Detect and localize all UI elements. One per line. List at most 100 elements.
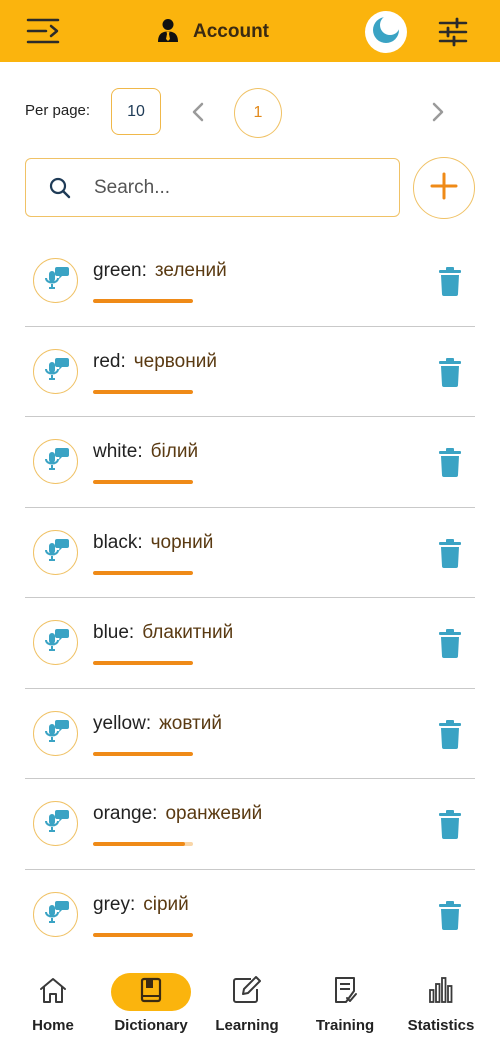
theme-toggle-button[interactable] bbox=[365, 11, 407, 53]
word-row: red: червоний bbox=[25, 327, 475, 417]
word-english: orange bbox=[93, 803, 153, 824]
bottom-navigation: Home Dictionary Learning Training Statis… bbox=[0, 960, 500, 1045]
menu-collapse-icon[interactable] bbox=[26, 16, 60, 46]
trash-icon[interactable] bbox=[437, 809, 463, 839]
home-icon bbox=[38, 976, 68, 1009]
word-pair: yellow: жовтий bbox=[93, 713, 222, 735]
microphone-speech-icon bbox=[41, 716, 71, 751]
speak-button[interactable] bbox=[33, 620, 78, 665]
word-english: black bbox=[93, 531, 138, 553]
nav-label-statistics: Statistics bbox=[407, 1017, 475, 1034]
microphone-speech-icon bbox=[41, 897, 71, 932]
word-list: green: зелений red: червоний white: біли… bbox=[25, 236, 475, 960]
progress-fill bbox=[93, 842, 185, 846]
word-english: white bbox=[93, 441, 138, 462]
word-pair: red: червоний bbox=[93, 351, 217, 373]
microphone-speech-icon bbox=[41, 625, 71, 660]
microphone-speech-icon bbox=[41, 263, 71, 298]
account-button[interactable]: Account bbox=[157, 18, 269, 46]
learning-progress-bar bbox=[93, 389, 193, 394]
speak-button[interactable] bbox=[33, 529, 78, 575]
word-english: grey bbox=[93, 893, 130, 915]
search-box[interactable] bbox=[25, 158, 400, 217]
word-row: black: чорний bbox=[25, 508, 475, 598]
learning-progress-bar bbox=[93, 661, 193, 665]
next-page-chevron-icon[interactable] bbox=[428, 100, 448, 124]
statistics-icon-wrap bbox=[428, 973, 454, 1011]
nav-item-home[interactable]: Home bbox=[13, 960, 93, 1045]
word-pair: black: чорний bbox=[93, 532, 213, 554]
progress-fill bbox=[93, 932, 193, 937]
edit-icon bbox=[231, 975, 263, 1010]
current-page-button[interactable]: 1 bbox=[234, 88, 282, 138]
trash-icon[interactable] bbox=[437, 628, 463, 658]
word-translation: блакитний bbox=[142, 622, 234, 643]
word-pair: grey: сірий bbox=[93, 894, 189, 916]
learning-progress-bar bbox=[93, 299, 193, 303]
speak-button[interactable] bbox=[33, 891, 78, 937]
speak-button[interactable] bbox=[33, 348, 78, 394]
microphone-speech-icon bbox=[41, 444, 71, 479]
speak-button[interactable] bbox=[33, 710, 78, 756]
trash-icon[interactable] bbox=[437, 719, 463, 749]
learning-progress-bar bbox=[93, 751, 193, 756]
word-pair: green: зелений bbox=[93, 260, 227, 282]
word-english: yellow bbox=[93, 712, 146, 734]
word-separator: : bbox=[137, 441, 143, 462]
bar-chart-icon bbox=[428, 976, 454, 1009]
search-input[interactable] bbox=[94, 176, 354, 199]
word-separator: : bbox=[141, 260, 147, 281]
microphone-speech-icon bbox=[41, 806, 71, 841]
nav-item-statistics[interactable]: Statistics bbox=[401, 960, 481, 1045]
word-translation: сірий bbox=[143, 893, 189, 915]
moon-icon bbox=[371, 14, 401, 50]
progress-fill bbox=[93, 570, 193, 575]
word-row: yellow: жовтий bbox=[25, 689, 475, 779]
word-row: orange: оранжевий bbox=[25, 779, 475, 870]
sliders-icon[interactable] bbox=[437, 17, 469, 47]
progress-fill bbox=[93, 480, 193, 484]
add-word-button[interactable] bbox=[413, 157, 475, 219]
learning-progress-bar bbox=[93, 842, 193, 846]
trash-icon[interactable] bbox=[437, 447, 463, 477]
word-separator: : bbox=[128, 622, 135, 643]
book-icon bbox=[139, 977, 163, 1008]
app-header: Account bbox=[0, 0, 500, 62]
trash-icon[interactable] bbox=[437, 900, 463, 930]
trash-icon[interactable] bbox=[437, 357, 463, 387]
nav-label-learning: Learning bbox=[215, 1017, 279, 1034]
word-separator: : bbox=[120, 350, 126, 372]
word-row: blue: блакитний bbox=[25, 598, 475, 689]
word-pair: white: білий bbox=[93, 441, 198, 463]
learning-progress-bar bbox=[93, 480, 193, 484]
learning-progress-bar bbox=[93, 570, 193, 575]
nav-item-training[interactable]: Training bbox=[305, 960, 385, 1045]
speak-button[interactable] bbox=[33, 439, 78, 484]
user-tie-icon bbox=[157, 18, 179, 47]
learning-icon-wrap bbox=[231, 973, 263, 1011]
word-translation: червоний bbox=[133, 350, 217, 372]
prev-page-chevron-icon[interactable] bbox=[188, 100, 208, 124]
account-label: Account bbox=[193, 21, 269, 42]
checklist-icon bbox=[332, 976, 358, 1009]
word-translation: чорний bbox=[150, 531, 214, 553]
per-page-label: Per page: bbox=[25, 102, 91, 119]
trash-icon[interactable] bbox=[437, 266, 463, 296]
per-page-select[interactable]: 10 bbox=[111, 88, 161, 135]
nav-item-dictionary[interactable]: Dictionary bbox=[111, 960, 191, 1045]
trash-icon[interactable] bbox=[437, 538, 463, 568]
word-separator: : bbox=[145, 712, 152, 734]
search-icon bbox=[48, 176, 72, 200]
word-row: white: білий bbox=[25, 417, 475, 508]
nav-item-learning[interactable]: Learning bbox=[207, 960, 287, 1045]
word-separator: : bbox=[137, 531, 143, 553]
word-english: red bbox=[93, 350, 121, 372]
speak-button[interactable] bbox=[33, 258, 78, 303]
progress-fill bbox=[93, 389, 193, 394]
progress-fill bbox=[93, 299, 193, 303]
nav-label-home: Home bbox=[32, 1017, 74, 1034]
word-pair: blue: блакитний bbox=[93, 622, 233, 644]
microphone-speech-icon bbox=[41, 535, 71, 570]
word-translation: білий bbox=[150, 441, 199, 462]
speak-button[interactable] bbox=[33, 801, 78, 846]
